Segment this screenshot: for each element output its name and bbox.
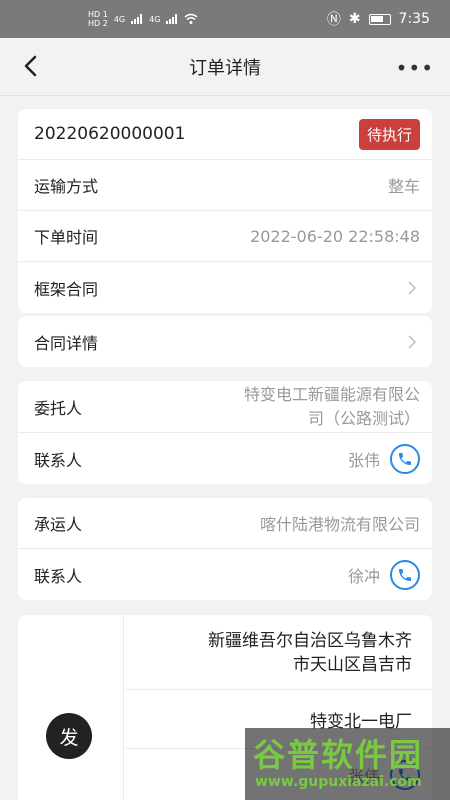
order-info-card: 20220620000001 待执行 运输方式 整车 下单时间 2022-06-… [18, 109, 432, 313]
phone-call-button[interactable] [390, 559, 420, 590]
watermark-title: 谷普软件园 [253, 736, 424, 774]
carrier-contact-row: 联系人 徐冲 [18, 549, 432, 600]
sim2-label: HD 2 [88, 19, 108, 28]
nav-bar: 订单详情 ••• [0, 38, 450, 96]
carrier-contact: 徐冲 [347, 559, 420, 590]
carrier-label: 承运人 [34, 515, 83, 534]
sim1-label: HD 1 [88, 10, 108, 19]
network2-label: 4G [149, 14, 161, 24]
nfc-icon: Ⓝ [326, 12, 341, 28]
page-title: 订单详情 [189, 57, 261, 79]
phone-call-button[interactable] [390, 443, 420, 474]
consignor-card: 委托人 特变电工新疆能源有限公 司（公路测试） 联系人 张伟 [18, 381, 432, 484]
consignor-contact: 张伟 [347, 443, 420, 474]
signal-icon-2 [166, 14, 178, 24]
carrier-contact-name: 徐冲 [347, 566, 380, 586]
clock: 7:35 [398, 11, 430, 27]
consignor-contact-name: 张伟 [347, 450, 380, 470]
carrier-value: 喀什陆港物流有限公司 [259, 515, 420, 534]
phone-icon [399, 452, 411, 465]
order-time-row: 下单时间 2022-06-20 22:58:48 [18, 211, 432, 262]
framework-contract-row[interactable]: 框架合同 [18, 262, 432, 313]
sim-labels: HD 1 HD 2 [88, 10, 108, 28]
chevron-right-icon [408, 280, 417, 295]
consignor-value: 特变电工新疆能源有限公 司（公路测试） [244, 383, 420, 431]
framework-contract-label: 框架合同 [34, 279, 99, 299]
battery-icon [368, 13, 391, 25]
status-badge: 待执行 [358, 118, 420, 150]
route-badge-column: 发 [18, 615, 124, 800]
watermark: 谷普软件园 www.gupuxiazai.com [245, 728, 450, 800]
more-menu-button[interactable]: ••• [396, 56, 434, 80]
phone-icon [399, 568, 411, 581]
contract-detail-label: 合同详情 [34, 333, 99, 353]
back-arrow-icon [24, 55, 37, 77]
signal-icon [131, 14, 143, 24]
carrier-card: 承运人 喀什陆港物流有限公司 联系人 徐冲 [18, 498, 432, 600]
bluetooth-icon: ✱ [348, 11, 361, 27]
order-time-value: 2022-06-20 22:58:48 [250, 226, 420, 246]
consignor-value-line1: 特变电工新疆能源有限公 [243, 384, 420, 404]
transport-row: 运输方式 整车 [18, 160, 432, 211]
order-number: 20220620000001 [34, 124, 186, 144]
origin-badge: 发 [46, 713, 92, 759]
network1-label: 4G [113, 14, 126, 24]
transport-value: 整车 [387, 177, 420, 196]
watermark-url: www.gupuxiazai.com [255, 774, 422, 790]
back-button[interactable] [16, 52, 44, 80]
chevron-right-icon [408, 334, 417, 349]
contract-detail-card: 合同详情 [18, 316, 432, 367]
consignor-label: 委托人 [34, 398, 83, 418]
order-time-label: 下单时间 [34, 228, 99, 247]
consignor-row: 委托人 特变电工新疆能源有限公 司（公路测试） [18, 381, 432, 433]
origin-address-line1: 新疆维吾尔自治区乌鲁木齐 [208, 631, 412, 651]
origin-address: 新疆维吾尔自治区乌鲁木齐 市天山区昌吉市 [125, 615, 432, 690]
consignor-contact-label: 联系人 [34, 450, 83, 470]
system-indicators: Ⓝ ✱ 7:35 [327, 9, 430, 29]
carrier-contact-label: 联系人 [34, 566, 83, 586]
status-bar: HD 1 HD 2 4G 4G Ⓝ ✱ 7:35 [0, 0, 450, 38]
origin-address-line2: 市天山区昌吉市 [293, 655, 412, 675]
consignor-contact-row: 联系人 张伟 [18, 433, 432, 484]
consignor-value-line2: 司（公路测试） [307, 408, 420, 428]
contract-detail-row[interactable]: 合同详情 [18, 316, 432, 367]
order-number-row: 20220620000001 待执行 [18, 109, 432, 160]
wifi-icon [184, 13, 198, 24]
signal-indicators: HD 1 HD 2 4G 4G [88, 10, 198, 28]
carrier-row: 承运人 喀什陆港物流有限公司 [18, 498, 432, 549]
transport-label: 运输方式 [34, 177, 99, 196]
